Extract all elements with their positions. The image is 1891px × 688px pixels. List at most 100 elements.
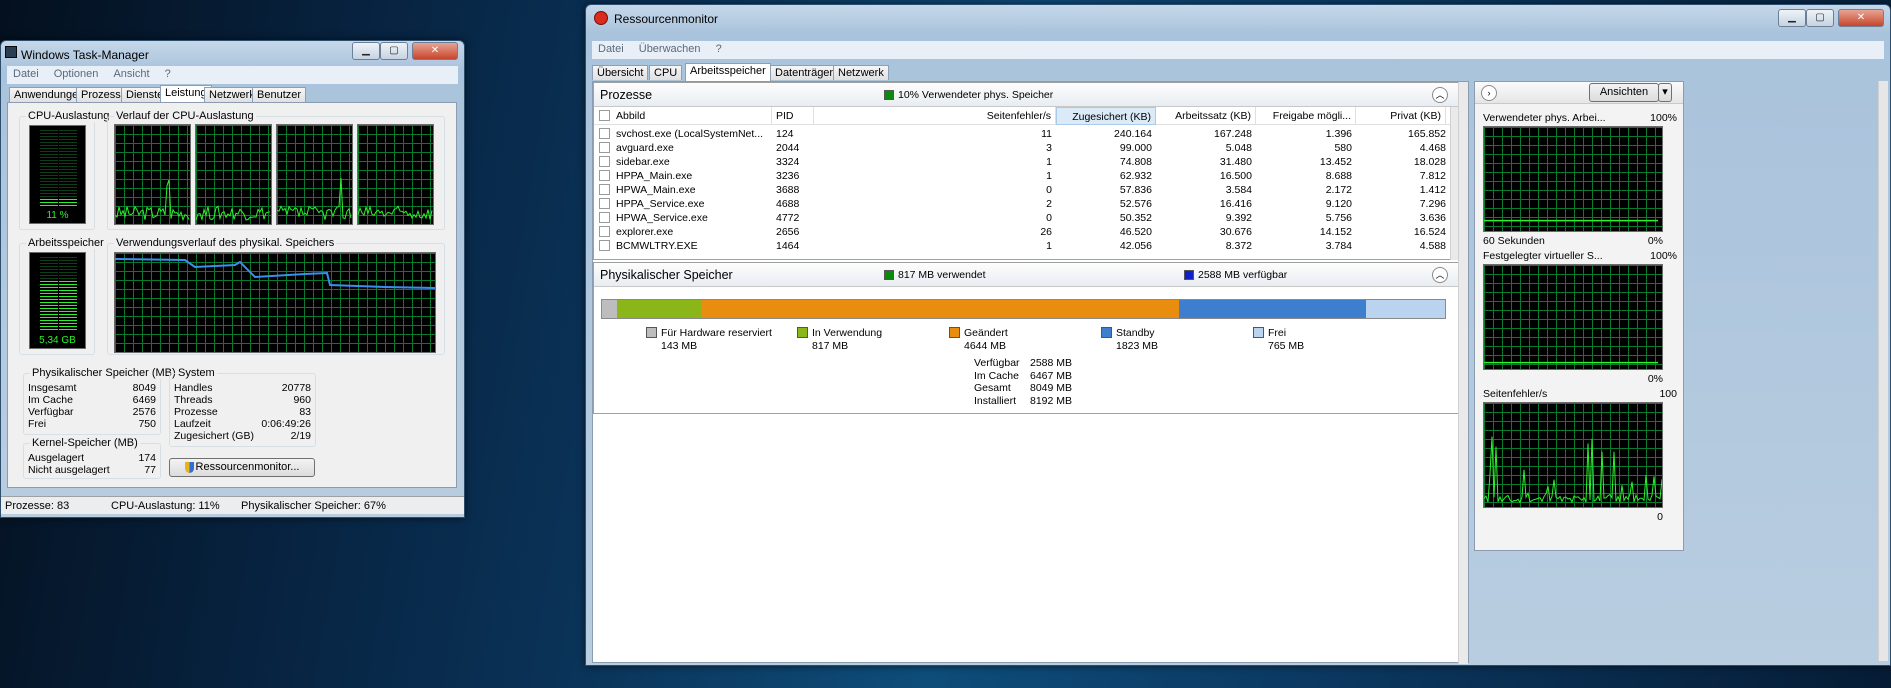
- taskmanager-titlebar[interactable]: Windows Task-Manager ▁ ▢ ✕: [1, 41, 464, 67]
- meter-segment: [40, 269, 58, 270]
- stat-row: Nicht ausgelagert 77: [28, 464, 156, 476]
- column-seitenfehler[interactable]: Seitenfehler/s: [814, 107, 1056, 125]
- stat-label: Nicht ausgelagert: [28, 464, 110, 476]
- row-checkbox[interactable]: [599, 212, 610, 223]
- resmon-menubar: Datei Überwachen ?: [592, 41, 1884, 59]
- tab-uebersicht[interactable]: Übersicht: [592, 65, 649, 80]
- row-checkbox[interactable]: [599, 240, 610, 251]
- status-square: [884, 270, 894, 281]
- stat-value: 0:06:49:26: [261, 418, 311, 430]
- cpu-history-graph-core2: [195, 124, 272, 225]
- menu-help[interactable]: ?: [710, 41, 728, 57]
- processes-header[interactable]: Prozesse 10% Verwendeter phys. Speicher …: [594, 83, 1460, 107]
- collapse-button[interactable]: ︿: [1432, 267, 1448, 283]
- main-scrollbar[interactable]: [1458, 82, 1468, 664]
- meter-segment: [59, 205, 77, 206]
- row-checkbox[interactable]: [599, 184, 610, 195]
- summary-row: Verfügbar 2588 MB: [974, 357, 1094, 370]
- meter-segment: [40, 184, 58, 185]
- stat-value: 6469: [132, 394, 156, 406]
- collapse-button[interactable]: ︿: [1432, 87, 1448, 103]
- row-checkbox[interactable]: [599, 142, 610, 153]
- stat-label: Im Cache: [28, 394, 73, 406]
- available-status: 2588 MB verfügbar: [1184, 269, 1287, 281]
- maximize-button[interactable]: ▢: [380, 42, 408, 60]
- tab-netzwerk[interactable]: Netzwerk: [833, 65, 889, 80]
- memory-bar-segment: [602, 300, 617, 318]
- legend-swatch: [646, 327, 657, 338]
- meter-segment: [59, 293, 77, 294]
- taskmanager-window: Windows Task-Manager ▁ ▢ ✕ Datei Optione…: [0, 40, 465, 518]
- stat-row: Im Cache 6469: [28, 394, 156, 406]
- table-cell: 99.000: [1119, 142, 1152, 154]
- meter-segment: [59, 266, 77, 267]
- legend-label: Für Hardware reserviert: [661, 327, 772, 339]
- table-cell: 3236: [776, 170, 800, 182]
- tab-arbeitsspeicher[interactable]: Arbeitsspeicher: [685, 63, 771, 81]
- memory-history-graph: [114, 252, 436, 353]
- row-checkbox[interactable]: [599, 156, 610, 167]
- tab-benutzer[interactable]: Benutzer: [252, 87, 307, 102]
- meter-segment: [40, 199, 58, 200]
- menu-ueberwachen[interactable]: Überwachen: [633, 41, 707, 57]
- column-zugesichert[interactable]: Zugesichert (KB): [1056, 107, 1156, 125]
- column-freigabe[interactable]: Freigabe mögli...: [1256, 107, 1356, 125]
- close-button[interactable]: ✕: [412, 42, 458, 60]
- meter-segment: [59, 169, 77, 170]
- menu-ansicht[interactable]: Ansicht: [107, 66, 155, 82]
- side-scrollbar[interactable]: [1878, 81, 1888, 661]
- legend-label: Standby: [1116, 327, 1155, 339]
- summary-label: Gesamt: [974, 382, 1011, 394]
- row-checkbox[interactable]: [599, 128, 610, 139]
- row-checkbox[interactable]: [599, 226, 610, 237]
- column-privat[interactable]: Privat (KB): [1356, 107, 1446, 125]
- cpu-usage-meter: 11 %: [29, 125, 86, 224]
- meter-segment: [40, 323, 58, 324]
- stat-value: 77: [144, 464, 156, 476]
- graph1-line: [1484, 219, 1658, 222]
- meter-segment: [59, 172, 77, 173]
- views-button[interactable]: Ansichten: [1589, 83, 1659, 102]
- processes-title: Prozesse: [600, 88, 653, 102]
- meter-segment: [59, 326, 77, 327]
- table-cell: 0: [1046, 184, 1052, 196]
- minimize-button[interactable]: ▁: [1778, 9, 1806, 27]
- meter-segment: [40, 154, 58, 155]
- resource-monitor-button[interactable]: Ressourcenmonitor...: [169, 458, 315, 477]
- resmon-main-panel: Prozesse 10% Verwendeter phys. Speicher …: [592, 81, 1469, 664]
- cpu-usage-label: CPU-Auslastung: [26, 110, 112, 122]
- stat-row: Laufzeit 0:06:49:26: [174, 418, 311, 430]
- graph-panel: › Ansichten ▾ Verwendeter phys. Arbei...…: [1474, 81, 1684, 551]
- resource-monitor-button-label: Ressourcenmonitor...: [195, 461, 300, 473]
- menu-optionen[interactable]: Optionen: [48, 66, 105, 82]
- views-dropdown-button[interactable]: ▾: [1658, 83, 1672, 102]
- meter-segment: [59, 329, 77, 330]
- column-pid[interactable]: PID: [772, 107, 814, 125]
- minimize-button[interactable]: ▁: [352, 42, 380, 60]
- table-cell: 1.396: [1325, 128, 1352, 140]
- menu-datei[interactable]: Datei: [7, 66, 45, 82]
- column-abbild[interactable]: Abbild: [614, 107, 772, 125]
- summary-value: 8192 MB: [1030, 394, 1073, 407]
- meter-segment: [40, 263, 58, 264]
- physical-memory-header[interactable]: Physikalischer Speicher 817 MB verwendet…: [594, 263, 1460, 287]
- table-cell: 4.468: [1419, 142, 1446, 154]
- meter-segment: [59, 187, 77, 188]
- table-cell: 165.852: [1408, 128, 1446, 140]
- row-checkbox[interactable]: [599, 198, 610, 209]
- resmon-titlebar[interactable]: Ressourcenmonitor ▁ ▢ ✕: [586, 5, 1890, 31]
- meter-segment: [40, 257, 58, 258]
- table-cell: 2656: [776, 226, 800, 238]
- row-checkbox[interactable]: [599, 170, 610, 181]
- column-arbeitssatz[interactable]: Arbeitssatz (KB): [1156, 107, 1256, 125]
- meter-segment: [59, 139, 77, 140]
- maximize-button[interactable]: ▢: [1806, 9, 1834, 27]
- close-button[interactable]: ✕: [1838, 9, 1884, 27]
- select-all-checkbox[interactable]: [599, 110, 610, 121]
- graph1-max: 100%: [1650, 112, 1677, 124]
- tab-datentraeger[interactable]: Datenträger: [770, 65, 839, 80]
- menu-help[interactable]: ?: [159, 66, 177, 82]
- chevron-right-icon[interactable]: ›: [1481, 85, 1497, 101]
- tab-cpu[interactable]: CPU: [649, 65, 683, 80]
- menu-datei[interactable]: Datei: [592, 41, 630, 57]
